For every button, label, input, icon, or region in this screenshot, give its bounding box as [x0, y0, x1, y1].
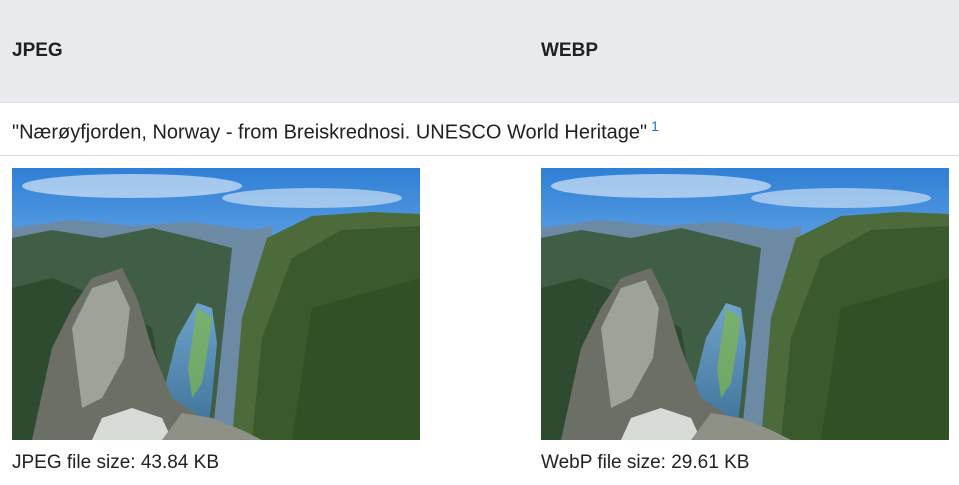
fjord-photo-webp	[541, 168, 949, 440]
header-jpeg: JPEG	[12, 40, 63, 61]
webp-file-size: WebP file size: 29.61 KB	[541, 452, 750, 473]
fjord-photo-jpeg	[12, 168, 420, 440]
header-webp: WEBP	[541, 40, 598, 61]
caption-text: "Nærøyfjorden, Norway - from Breiskredno…	[12, 121, 648, 144]
caption-row: "Nærøyfjorden, Norway - from Breiskredno…	[0, 103, 959, 156]
footnote-link[interactable]: 1	[651, 118, 659, 134]
caption: "Nærøyfjorden, Norway - from Breiskredno…	[12, 118, 659, 145]
image-row: JPEG file size: 43.84 KB WebP file size:…	[0, 156, 959, 485]
jpeg-file-size: JPEG file size: 43.84 KB	[12, 452, 219, 473]
table-header-row: JPEG WEBP	[0, 0, 959, 103]
comparison-table: JPEG WEBP "Nærøyfjorden, Norway - from B…	[0, 0, 959, 485]
